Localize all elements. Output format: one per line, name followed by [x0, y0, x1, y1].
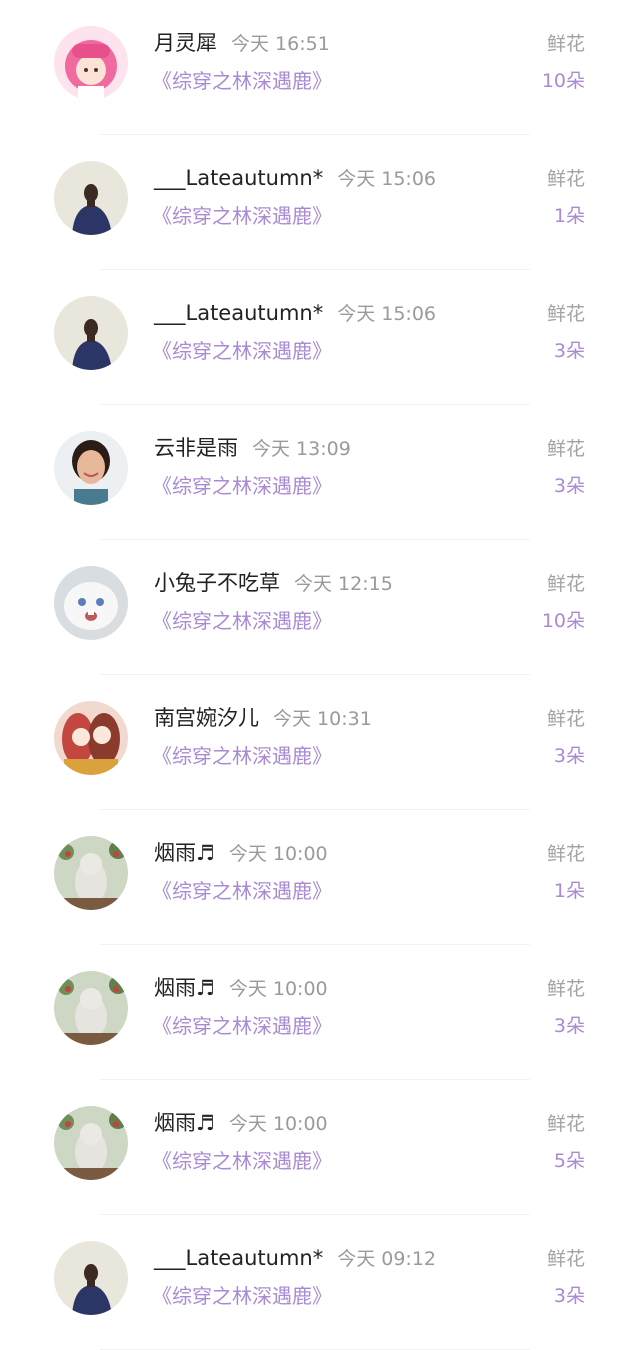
gift-count: 1朵	[553, 880, 585, 902]
gift-count: 10朵	[541, 610, 585, 632]
gift-type-label: 鲜花	[546, 708, 585, 730]
timestamp: 今天 16:51	[231, 33, 330, 55]
book-title-link[interactable]: 《综穿之林深遇鹿》	[152, 876, 332, 906]
gift-type-label: 鲜花	[546, 1248, 585, 1270]
list-item[interactable]: 月灵犀 今天 16:51 《综穿之林深遇鹿》 鲜花 10朵	[0, 0, 640, 135]
gift-count: 3朵	[553, 1285, 585, 1307]
book-title-link[interactable]: 《综穿之林深遇鹿》	[152, 66, 332, 96]
list-item[interactable]: 烟雨♬ 今天 10:00 《综穿之林深遇鹿》 鲜花 1朵	[0, 810, 640, 945]
avatar[interactable]	[54, 566, 128, 640]
book-title-link[interactable]: 《综穿之林深遇鹿》	[152, 1281, 332, 1311]
timestamp: 今天 13:09	[252, 438, 351, 460]
gift-count: 5朵	[553, 1150, 585, 1172]
list-item[interactable]: 南宫婉汐儿 今天 10:31 《综穿之林深遇鹿》 鲜花 3朵	[0, 675, 640, 810]
gift-type-label: 鲜花	[546, 573, 585, 595]
username[interactable]: 小兔子不吃草	[154, 571, 280, 595]
gift-type-label: 鲜花	[546, 33, 585, 55]
avatar[interactable]	[54, 431, 128, 505]
username[interactable]: 烟雨♬	[154, 1111, 215, 1135]
avatar[interactable]	[54, 26, 128, 100]
gift-count: 1朵	[553, 205, 585, 227]
list-item[interactable]: 烟雨♬ 今天 10:00 《综穿之林深遇鹿》 鲜花 5朵	[0, 1080, 640, 1215]
avatar[interactable]	[54, 1241, 128, 1315]
list-item[interactable]: 烟雨♬ 今天 10:00 《综穿之林深遇鹿》 鲜花 3朵	[0, 945, 640, 1080]
timestamp: 今天 10:00	[228, 1113, 328, 1135]
username[interactable]: 云非是雨	[154, 436, 238, 460]
username[interactable]: ___Lateautumn*	[154, 166, 323, 190]
list-item[interactable]: 小兔子不吃草 今天 12:15 《综穿之林深遇鹿》 鲜花 10朵	[0, 540, 640, 675]
avatar[interactable]	[54, 701, 128, 775]
timestamp: 今天 12:15	[294, 573, 393, 595]
gift-count: 3朵	[553, 475, 585, 497]
gift-type-label: 鲜花	[546, 843, 585, 865]
username[interactable]: ___Lateautumn*	[154, 1246, 323, 1270]
avatar[interactable]	[54, 971, 128, 1045]
gift-count: 10朵	[541, 70, 585, 92]
avatar[interactable]	[54, 161, 128, 235]
gift-type-label: 鲜花	[546, 303, 585, 325]
avatar[interactable]	[54, 836, 128, 910]
list-item[interactable]: ___Lateautumn* 今天 15:06 《综穿之林深遇鹿》 鲜花 3朵	[0, 270, 640, 405]
gift-count: 3朵	[553, 340, 585, 362]
list-item[interactable]: ___Lateautumn* 今天 09:12 《综穿之林深遇鹿》 鲜花 3朵	[0, 1215, 640, 1350]
username[interactable]: 南宫婉汐儿	[154, 706, 259, 730]
list-item[interactable]: 云非是雨 今天 13:09 《综穿之林深遇鹿》 鲜花 3朵	[0, 405, 640, 540]
username[interactable]: ___Lateautumn*	[154, 301, 323, 325]
username[interactable]: 烟雨♬	[154, 841, 215, 865]
list-item[interactable]: ___Lateautumn* 今天 15:06 《综穿之林深遇鹿》 鲜花 1朵	[0, 135, 640, 270]
gift-count: 3朵	[553, 1015, 585, 1037]
book-title-link[interactable]: 《综穿之林深遇鹿》	[152, 1146, 332, 1176]
username[interactable]: 烟雨♬	[154, 976, 215, 1000]
timestamp: 今天 10:00	[228, 843, 328, 865]
timestamp: 今天 10:31	[273, 708, 372, 730]
timestamp: 今天 10:00	[228, 978, 328, 1000]
timestamp: 今天 15:06	[337, 303, 437, 325]
avatar[interactable]	[54, 1106, 128, 1180]
book-title-link[interactable]: 《综穿之林深遇鹿》	[152, 741, 332, 771]
timestamp: 今天 15:06	[337, 168, 437, 190]
book-title-link[interactable]: 《综穿之林深遇鹿》	[152, 606, 332, 636]
gift-type-label: 鲜花	[546, 978, 585, 1000]
gift-type-label: 鲜花	[546, 1113, 585, 1135]
book-title-link[interactable]: 《综穿之林深遇鹿》	[152, 471, 332, 501]
book-title-link[interactable]: 《综穿之林深遇鹿》	[152, 336, 332, 366]
book-title-link[interactable]: 《综穿之林深遇鹿》	[152, 1011, 332, 1041]
username[interactable]: 月灵犀	[154, 31, 217, 55]
gift-count: 3朵	[553, 745, 585, 767]
avatar[interactable]	[54, 296, 128, 370]
timestamp: 今天 09:12	[337, 1248, 437, 1270]
book-title-link[interactable]: 《综穿之林深遇鹿》	[152, 201, 332, 231]
gift-record-list: 月灵犀 今天 16:51 《综穿之林深遇鹿》 鲜花 10朵 ___Lateautu…	[0, 0, 640, 1350]
gift-type-label: 鲜花	[546, 438, 585, 460]
gift-type-label: 鲜花	[546, 168, 585, 190]
